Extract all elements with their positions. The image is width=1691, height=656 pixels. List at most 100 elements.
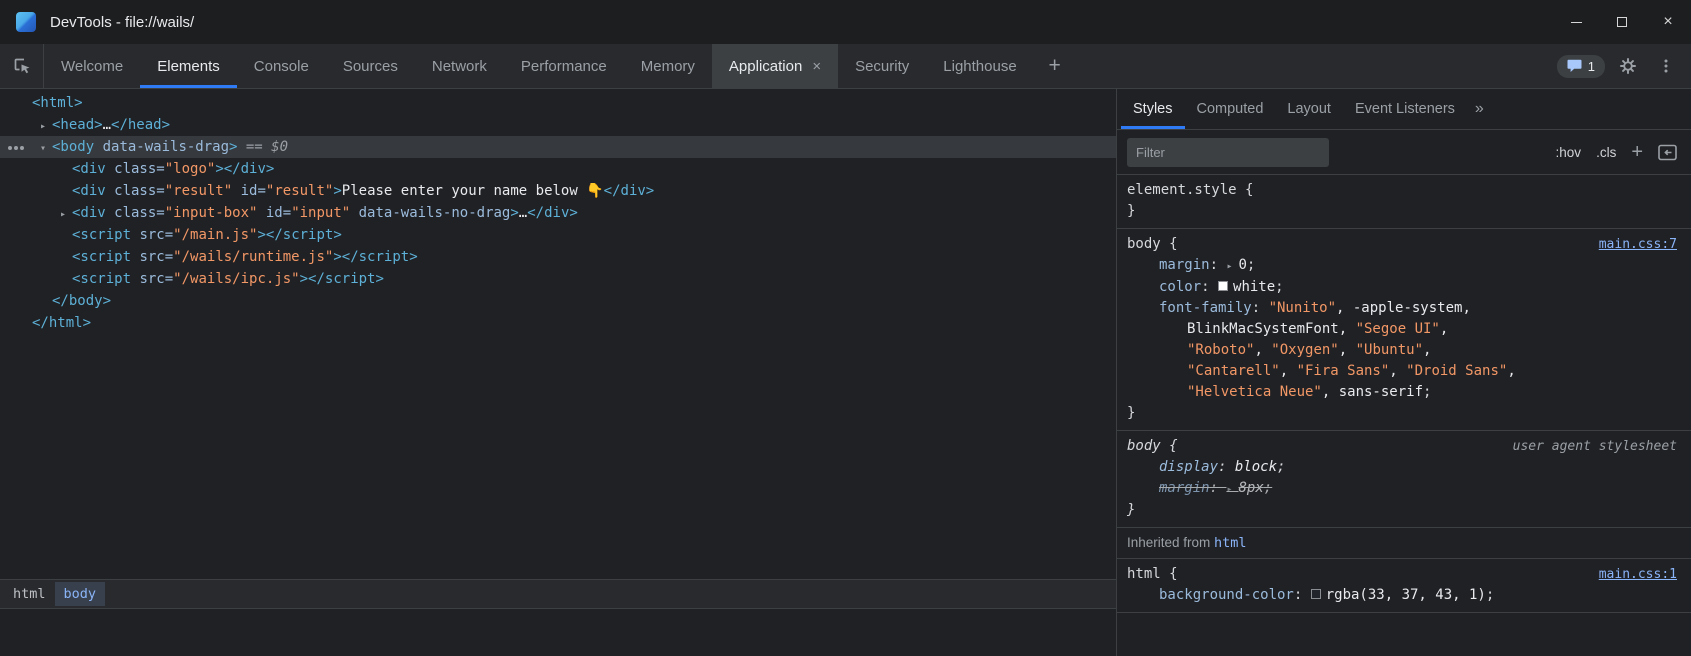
tab-sources[interactable]: Sources bbox=[326, 44, 415, 88]
rule-selector[interactable]: body bbox=[1127, 436, 1161, 457]
css-property-name: margin bbox=[1159, 257, 1210, 273]
title-bar: DevTools - file://wails/ × bbox=[0, 0, 1691, 44]
css-value-part: "Oxygen" bbox=[1271, 342, 1338, 358]
close-tab-icon[interactable]: × bbox=[812, 58, 821, 75]
expand-shorthand-icon[interactable]: ▸ bbox=[1226, 484, 1238, 495]
css-value-continuation: "Helvetica Neue", sans-serif; bbox=[1127, 382, 1677, 403]
color-swatch[interactable] bbox=[1218, 281, 1228, 291]
css-declaration-color[interactable]: color: white; bbox=[1127, 277, 1677, 298]
dom-tree-row[interactable]: <html> bbox=[0, 92, 1116, 114]
gear-icon bbox=[1619, 57, 1637, 75]
colon: : bbox=[1210, 257, 1227, 273]
overflow-tabs-icon[interactable]: » bbox=[1467, 89, 1492, 129]
tab-elements[interactable]: Elements bbox=[140, 44, 237, 88]
css-property-name: margin bbox=[1159, 480, 1210, 496]
minimize-button[interactable] bbox=[1553, 0, 1599, 44]
dom-tree-row[interactable]: ▾<body data-wails-drag> == $0 bbox=[0, 136, 1116, 158]
toolbar-right-actions: 1 bbox=[1557, 44, 1691, 88]
css-value-part: "Fira Sans" bbox=[1297, 363, 1390, 379]
dom-tree-row[interactable]: ▸<div class="input-box" id="input" data-… bbox=[0, 202, 1116, 224]
panel-tabs: WelcomeElementsConsoleSourcesNetwork Perf… bbox=[44, 44, 1034, 88]
tab-network[interactable]: Network bbox=[415, 44, 504, 88]
css-property-name: color bbox=[1159, 279, 1201, 295]
tab-welcome[interactable]: Welcome bbox=[44, 44, 140, 88]
dom-tree-row[interactable]: <div class="logo"></div> bbox=[0, 158, 1116, 180]
color-swatch[interactable] bbox=[1311, 589, 1321, 599]
window-title: DevTools - file://wails/ bbox=[50, 14, 194, 31]
code-token-punc: = bbox=[156, 161, 164, 177]
dom-tree-row[interactable]: <script src="/main.js"></script> bbox=[0, 224, 1116, 246]
css-declaration-margin[interactable]: margin: ▸ 8px; bbox=[1127, 478, 1677, 500]
tab-performance[interactable]: Performance bbox=[504, 44, 624, 88]
dom-tree-row[interactable]: </body> bbox=[0, 290, 1116, 312]
panel-footer-space bbox=[0, 609, 1116, 656]
row-options-icon[interactable] bbox=[8, 146, 12, 150]
code-token-val: "/wails/runtime.js" bbox=[173, 249, 333, 265]
css-value-part: , bbox=[1423, 342, 1431, 358]
add-tab-button[interactable]: + bbox=[1034, 44, 1076, 88]
css-value-part: "Droid Sans" bbox=[1406, 363, 1507, 379]
tab-application[interactable]: Application× bbox=[712, 44, 838, 88]
sidebar-tab-computed[interactable]: Computed bbox=[1185, 89, 1276, 129]
breadcrumb-body[interactable]: body bbox=[55, 582, 106, 606]
code-token-tag: </div> bbox=[527, 205, 578, 221]
css-value-part: , bbox=[1339, 342, 1356, 358]
settings-button[interactable] bbox=[1613, 51, 1643, 81]
styles-filter-input[interactable] bbox=[1127, 138, 1329, 167]
open-brace: { bbox=[1161, 234, 1178, 255]
tab-label: Performance bbox=[521, 58, 607, 75]
css-declaration-font-family[interactable]: font-family: "Nunito", -apple-system, bbox=[1127, 298, 1677, 319]
more-options-button[interactable] bbox=[1651, 51, 1681, 81]
inherited-from-label: Inherited from bbox=[1127, 535, 1214, 550]
tab-lighthouse[interactable]: Lighthouse bbox=[926, 44, 1033, 88]
tab-console[interactable]: Console bbox=[237, 44, 326, 88]
devtools-window: DevTools - file://wails/ × WelcomeElemen… bbox=[0, 0, 1691, 656]
code-token-tag: > bbox=[300, 271, 308, 287]
css-value-part: , bbox=[1254, 342, 1271, 358]
rule-selector[interactable]: html bbox=[1127, 564, 1161, 585]
inherited-from-header: Inherited from html bbox=[1117, 528, 1691, 559]
inspect-element-button[interactable] bbox=[0, 44, 44, 88]
chevron-collapsed-icon[interactable]: ▸ bbox=[54, 204, 72, 226]
dom-tree-row[interactable]: <div class="result" id="result">Please e… bbox=[0, 180, 1116, 202]
css-declaration-display[interactable]: display: block; bbox=[1127, 457, 1677, 478]
panel-toggle-icon bbox=[1658, 144, 1677, 161]
dom-tree-row[interactable]: </html> bbox=[0, 312, 1116, 334]
sidebar-tab-layout[interactable]: Layout bbox=[1275, 89, 1343, 129]
chevron-expanded-icon[interactable]: ▾ bbox=[34, 138, 52, 160]
rule-selector[interactable]: element.style bbox=[1127, 180, 1237, 201]
chevron-collapsed-icon[interactable]: ▸ bbox=[34, 116, 52, 138]
sidebar-tab-event-listeners[interactable]: Event Listeners bbox=[1343, 89, 1467, 129]
dom-tree-row[interactable]: <script src="/wails/runtime.js"></script… bbox=[0, 246, 1116, 268]
css-value-continuation: BlinkMacSystemFont, "Segoe UI", bbox=[1127, 319, 1677, 340]
toggle-sidebar-button[interactable] bbox=[1658, 144, 1677, 161]
code-token-tag: <script bbox=[72, 249, 131, 265]
tab-security[interactable]: Security bbox=[838, 44, 926, 88]
code-token-tag: > bbox=[215, 161, 223, 177]
toggle-pseudo-state-button[interactable]: :hov bbox=[1556, 145, 1582, 160]
sidebar-tab-styles[interactable]: Styles bbox=[1121, 89, 1185, 129]
dom-tree-row[interactable]: <script src="/wails/ipc.js"></script> bbox=[0, 268, 1116, 290]
rule-source[interactable]: main.css:7 bbox=[1599, 234, 1677, 255]
code-token-attr: src bbox=[131, 271, 165, 287]
css-declaration-background-color[interactable]: background-color: rgba(33, 37, 43, 1); bbox=[1127, 585, 1677, 606]
tab-memory[interactable]: Memory bbox=[624, 44, 712, 88]
window-controls: × bbox=[1553, 0, 1691, 44]
maximize-button[interactable] bbox=[1599, 0, 1645, 44]
new-style-rule-button[interactable]: + bbox=[1631, 142, 1643, 162]
css-value-part: "Segoe UI" bbox=[1356, 321, 1440, 337]
devtools-app-icon bbox=[16, 12, 36, 32]
rule-source[interactable]: main.css:1 bbox=[1599, 564, 1677, 585]
css-value-continuation: "Roboto", "Oxygen", "Ubuntu", bbox=[1127, 340, 1677, 361]
css-declaration-margin[interactable]: margin: ▸ 0; bbox=[1127, 255, 1677, 277]
code-token-punc: = bbox=[283, 205, 291, 221]
issues-counter-button[interactable]: 1 bbox=[1557, 55, 1605, 78]
inherited-node-link[interactable]: html bbox=[1214, 535, 1247, 551]
breadcrumb-html[interactable]: html bbox=[4, 582, 55, 606]
expand-shorthand-icon[interactable]: ▸ bbox=[1226, 261, 1238, 272]
dom-tree-row[interactable]: ▸<head>…</head> bbox=[0, 114, 1116, 136]
rule-selector[interactable]: body bbox=[1127, 234, 1161, 255]
code-token-tag: </html> bbox=[32, 315, 91, 331]
close-button[interactable]: × bbox=[1645, 0, 1691, 44]
toggle-element-classes-button[interactable]: .cls bbox=[1596, 145, 1616, 160]
